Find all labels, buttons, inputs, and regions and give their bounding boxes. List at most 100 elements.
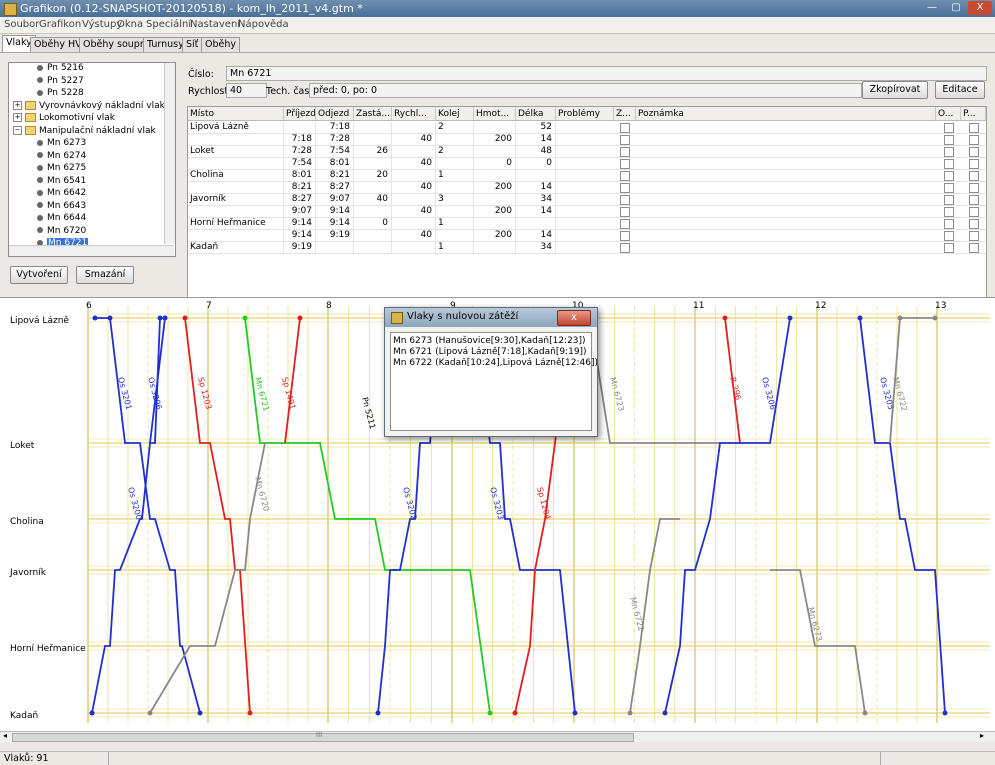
row-checkbox[interactable] (620, 183, 630, 193)
copy-button[interactable]: Zkopírovat (862, 81, 928, 99)
tech-casy-field[interactable]: před: 0, po: 0 (309, 83, 862, 98)
table-cell[interactable]: 48 (516, 146, 556, 157)
table-cell[interactable]: 8:01 (284, 170, 316, 181)
table-cell[interactable] (188, 206, 284, 217)
table-row[interactable]: Horní Heřmanice 9:14 9:14 0 1 (188, 218, 986, 230)
table-cell[interactable]: 9:14 (284, 230, 316, 241)
table-cell[interactable] (516, 170, 556, 181)
table-cell[interactable]: 1 (436, 242, 474, 253)
table-cell[interactable] (474, 170, 516, 181)
table-cell[interactable]: Kadaň (188, 242, 284, 253)
table-cell[interactable] (354, 182, 392, 193)
table-cell[interactable] (392, 170, 436, 181)
list-item[interactable]: Mn 6721 (Lipová Lázně[7:18],Kadaň[9:19]) (393, 347, 587, 357)
table-cell[interactable]: 0 (354, 218, 392, 229)
table-cell[interactable]: 1 (436, 170, 474, 181)
column-header[interactable]: Problémy (556, 107, 614, 121)
table-cell[interactable]: 40 (392, 182, 436, 193)
table-cell[interactable]: 9:19 (316, 230, 354, 241)
column-header[interactable]: Příjezd (284, 107, 316, 121)
menu-soubor[interactable]: Soubor (4, 19, 39, 30)
column-header[interactable]: Místo (188, 107, 284, 121)
table-cell[interactable] (354, 230, 392, 241)
table-cell[interactable] (188, 134, 284, 145)
table-cell[interactable] (474, 218, 516, 229)
row-checkbox[interactable] (620, 231, 630, 241)
table-cell[interactable]: 34 (516, 242, 556, 253)
row-checkbox[interactable] (943, 195, 954, 205)
row-checkbox[interactable] (968, 123, 979, 133)
table-cell[interactable]: 7:54 (316, 146, 354, 157)
table-cell[interactable]: 20 (354, 170, 392, 181)
table-cell[interactable] (188, 182, 284, 193)
table-cell[interactable] (316, 242, 354, 253)
table-cell[interactable]: 9:14 (316, 206, 354, 217)
table-cell[interactable]: 7:54 (284, 158, 316, 169)
collapse-icon[interactable]: − (13, 125, 22, 135)
row-checkbox[interactable] (968, 135, 979, 145)
table-cell[interactable]: 9:07 (284, 206, 316, 217)
row-checkbox[interactable] (620, 147, 630, 157)
table-cell[interactable]: 200 (474, 182, 516, 193)
table-cell[interactable]: Horní Heřmanice (188, 218, 284, 229)
table-row[interactable]: 8:21 8:27 40 200 14 (188, 182, 986, 194)
row-checkbox[interactable] (943, 171, 954, 181)
table-cell[interactable]: 8:21 (316, 170, 354, 181)
tree-item[interactable]: Pn 5216 (37, 63, 84, 74)
row-checkbox[interactable] (620, 135, 630, 145)
table-cell[interactable]: 8:21 (284, 182, 316, 193)
delete-button[interactable]: Smazání (76, 266, 134, 284)
row-checkbox[interactable] (943, 135, 954, 145)
tree-item[interactable]: Mn 6643 (37, 201, 86, 212)
maximize-button[interactable]: ▢ (944, 1, 968, 15)
table-row[interactable]: 7:54 8:01 40 0 0 (188, 158, 986, 170)
table-cell[interactable]: 40 (392, 134, 436, 145)
edit-button[interactable]: Editace (935, 81, 985, 99)
cislo-field[interactable]: Mn 6721 (226, 66, 987, 81)
table-cell[interactable] (516, 218, 556, 229)
table-cell[interactable]: 200 (474, 230, 516, 241)
tree-item[interactable]: Mn 6720 (37, 226, 86, 237)
table-cell[interactable]: 52 (516, 122, 556, 133)
column-header[interactable]: Poznámka (636, 107, 936, 121)
menu-napoveda[interactable]: Nápověda (238, 19, 289, 30)
tree-hscrollbar[interactable] (9, 245, 174, 256)
table-cell[interactable]: 34 (516, 194, 556, 205)
table-cell[interactable]: Javorník (188, 194, 284, 205)
table-cell[interactable] (474, 146, 516, 157)
table-cell[interactable]: 9:19 (284, 242, 316, 253)
row-checkbox[interactable] (968, 243, 979, 253)
table-cell[interactable]: 9:07 (316, 194, 354, 205)
row-checkbox[interactable] (968, 231, 979, 241)
table-row[interactable]: 9:14 9:19 40 200 14 (188, 230, 986, 242)
table-row[interactable]: Lipová Lázně 7:18 2 52 (188, 122, 986, 134)
tree-group[interactable]: + Lokomotivní vlak (13, 113, 115, 124)
table-row[interactable]: Javorník 8:27 9:07 40 3 34 (188, 194, 986, 206)
tree-item[interactable]: Pn 5228 (37, 88, 84, 99)
row-checkbox[interactable] (968, 207, 979, 217)
row-checkbox[interactable] (968, 159, 979, 169)
table-cell[interactable]: 9:14 (316, 218, 354, 229)
expand-icon[interactable]: + (13, 113, 22, 122)
table-cell[interactable] (392, 242, 436, 253)
scroll-left-icon[interactable]: ◂ (3, 731, 7, 740)
table-cell[interactable] (188, 230, 284, 241)
table-cell[interactable] (354, 122, 392, 133)
row-checkbox[interactable] (968, 195, 979, 205)
minimize-button[interactable]: — (920, 1, 944, 15)
table-cell[interactable]: 7:28 (284, 146, 316, 157)
column-header[interactable]: Rychl... (392, 107, 436, 121)
table-row[interactable]: Cholina 8:01 8:21 20 1 (188, 170, 986, 182)
tree-item[interactable]: Mn 6541 (37, 176, 86, 187)
tab-sit[interactable]: Síť (182, 37, 203, 52)
tree-group[interactable]: + Vyrovnávkový nákladní vlak (13, 100, 165, 112)
table-cell[interactable]: 2 (436, 146, 474, 157)
tree-item[interactable]: Mn 6275 (37, 163, 86, 174)
table-cell[interactable]: 3 (436, 194, 474, 205)
table-cell[interactable]: 40 (392, 206, 436, 217)
rychlost-field[interactable]: 40 (226, 83, 267, 98)
row-checkbox[interactable] (943, 231, 954, 241)
table-cell[interactable]: 8:27 (316, 182, 354, 193)
tree-item[interactable]: Mn 6642 (37, 188, 86, 199)
table-cell[interactable]: 40 (392, 158, 436, 169)
